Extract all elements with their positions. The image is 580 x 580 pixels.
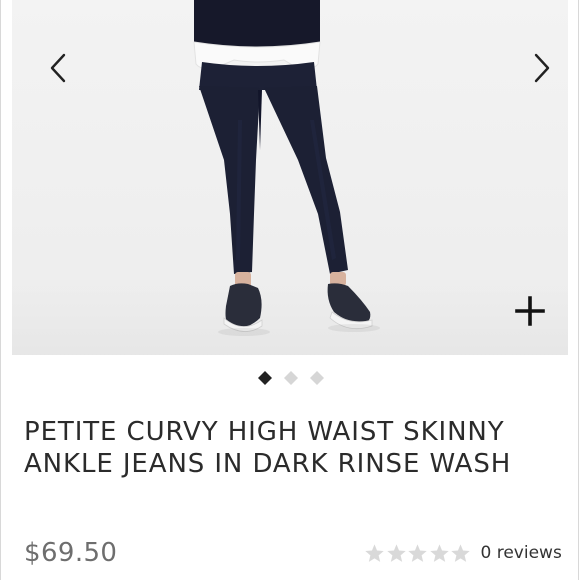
carousel-pagination [0, 371, 580, 385]
star-empty-icon [365, 543, 384, 562]
zoom-button[interactable] [512, 293, 548, 329]
product-image-carousel[interactable] [12, 0, 568, 355]
plus-icon [515, 296, 545, 326]
reviews-link[interactable]: 0 reviews [481, 543, 562, 563]
carousel-next-button[interactable] [524, 48, 560, 88]
page-border-left [0, 0, 1, 580]
star-empty-icon [451, 543, 470, 562]
product-rating[interactable]: 0 reviews [364, 540, 562, 566]
page-border-right [578, 0, 579, 580]
star-empty-icon [386, 543, 406, 562]
pagination-dot[interactable] [284, 371, 298, 385]
product-page: PETITE CURVY HIGH WAIST SKINNY ANKLE JEA… [0, 0, 580, 580]
pagination-dot[interactable] [310, 371, 324, 385]
product-photo[interactable] [12, 0, 568, 355]
chevron-right-icon [534, 53, 550, 83]
star-empty-icon [408, 543, 427, 562]
product-price: $69.50 [24, 538, 118, 568]
product-title: PETITE CURVY HIGH WAIST SKINNY ANKLE JEA… [24, 417, 512, 479]
star-empty-icon [429, 543, 449, 562]
rating-stars [364, 543, 472, 564]
pagination-dot-active[interactable] [258, 371, 272, 385]
chevron-left-icon [50, 53, 66, 83]
carousel-prev-button[interactable] [40, 48, 76, 88]
